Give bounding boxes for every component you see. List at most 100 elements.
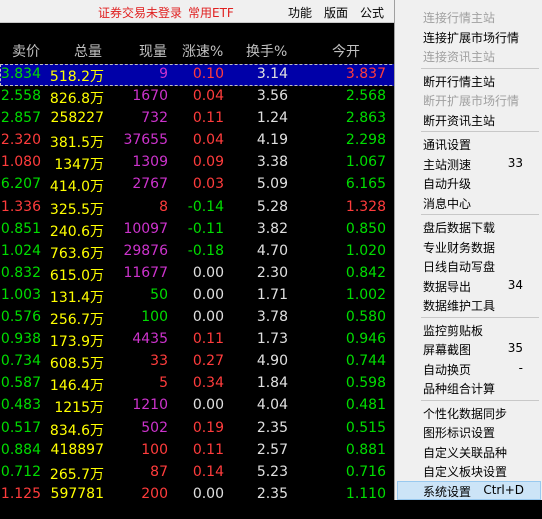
- turnover-cell: 2.30: [256, 264, 288, 281]
- menu-item[interactable]: 自定义关联品种: [395, 442, 541, 461]
- open-cell: 1.110: [345, 485, 386, 502]
- open-cell: 2.568: [345, 88, 386, 105]
- menu-item-label: 自动升级: [423, 177, 472, 191]
- col-header-total-volume[interactable]: 总量: [74, 41, 102, 61]
- menu-item[interactable]: 数据导出 34: [395, 276, 541, 295]
- turnover-cell: 4.90: [256, 353, 288, 370]
- open-cell: 0.515: [345, 419, 386, 436]
- total-volume-cell: 265.7万: [49, 466, 104, 483]
- menu-item-label: 专业财务数据: [423, 240, 496, 255]
- turnover-cell: 1.71: [256, 286, 288, 303]
- total-volume-cell: 418897: [50, 441, 104, 458]
- ask-price-cell: 2.857: [0, 110, 41, 127]
- total-volume-cell: 763.6万: [49, 245, 104, 262]
- open-cell: 0.881: [345, 441, 386, 458]
- menu-layout[interactable]: 版面: [324, 4, 348, 21]
- turnover-cell: 3.56: [256, 88, 288, 105]
- menu-item[interactable]: 自动升级: [395, 173, 541, 192]
- ask-price-cell: 6.207: [0, 176, 41, 193]
- total-volume-cell: 608.5万: [49, 356, 104, 373]
- current-volume-cell: 10097: [123, 220, 168, 237]
- total-volume-cell: 258227: [50, 110, 104, 127]
- col-header-open[interactable]: 今开: [332, 41, 360, 61]
- menu-item-shortcut: 33: [507, 155, 523, 170]
- current-volume-cell: 50: [150, 286, 168, 303]
- menu-formula[interactable]: 公式: [360, 4, 384, 21]
- speed-cell: 0.04: [192, 88, 224, 105]
- ask-price-cell: 0.483: [0, 397, 41, 414]
- col-header-current-volume[interactable]: 现量: [139, 41, 167, 61]
- open-cell: 6.165: [345, 176, 386, 193]
- menu-function[interactable]: 功能: [288, 4, 312, 21]
- common-etf-link[interactable]: 常用ETF: [188, 4, 234, 21]
- current-volume-cell: 100: [141, 441, 168, 458]
- menu-item[interactable]: 专业财务数据: [395, 237, 541, 256]
- current-volume-cell: 87: [150, 463, 168, 480]
- open-cell: 1.328: [345, 198, 386, 215]
- menu-item[interactable]: 监控剪贴板: [395, 320, 541, 339]
- speed-cell: 0.00: [192, 309, 224, 326]
- context-menu: 连接行情主站 连接扩展市场行情 连接资讯主站 断开行情主站 断开扩展市场行情 断开资讯主站…: [394, 0, 542, 518]
- col-header-ask-price[interactable]: 卖价: [12, 41, 40, 61]
- open-cell: 1.020: [345, 242, 386, 259]
- menu-item[interactable]: 品种组合计算: [395, 378, 541, 397]
- menu-item[interactable]: 图形标识设置: [395, 422, 541, 441]
- menu-item[interactable]: 盘后数据下载: [395, 217, 541, 236]
- menu-item[interactable]: 主站测速 33: [395, 154, 541, 173]
- menu-item[interactable]: 个性化数据同步: [395, 403, 541, 422]
- menu-item[interactable]: 消息中心: [395, 193, 541, 212]
- menu-item[interactable]: 连接扩展市场行情: [395, 27, 541, 46]
- menu-item[interactable]: 自定义板块设置: [395, 461, 541, 480]
- turnover-cell: 2.35: [256, 485, 288, 502]
- open-cell: 0.716: [345, 463, 386, 480]
- menu-separator: [421, 214, 539, 215]
- current-volume-cell: 33: [150, 353, 168, 370]
- current-volume-cell: 9: [159, 66, 168, 82]
- current-volume-cell: 502: [141, 419, 168, 436]
- turnover-cell: 1.24: [256, 110, 288, 127]
- speed-cell: 0.04: [192, 132, 224, 149]
- total-volume-cell: 256.7万: [49, 312, 104, 329]
- ask-price-cell: 2.558: [0, 88, 41, 105]
- turnover-cell: 3.78: [256, 309, 288, 326]
- open-cell: 0.850: [345, 220, 386, 237]
- turnover-cell: 4.70: [256, 242, 288, 259]
- ask-price-cell: 0.851: [0, 220, 41, 237]
- menu-item[interactable]: 系统设置 Ctrl+D: [397, 480, 541, 500]
- current-volume-cell: 1670: [132, 88, 168, 105]
- ask-price-cell: 1.080: [0, 154, 41, 171]
- menu-item[interactable]: 日线自动写盘: [395, 256, 541, 275]
- menu-item[interactable]: 自动换页 -: [395, 359, 541, 378]
- col-header-speed[interactable]: 涨速%: [182, 41, 223, 61]
- open-cell: 0.842: [345, 264, 386, 281]
- turnover-cell: 5.23: [256, 463, 288, 480]
- menu-item: 断开扩展市场行情: [395, 90, 541, 109]
- current-volume-cell: 200: [141, 485, 168, 502]
- speed-cell: 0.10: [192, 66, 224, 82]
- total-volume-cell: 597781: [50, 485, 104, 502]
- total-volume-cell: 826.8万: [49, 91, 104, 108]
- menu-item[interactable]: 断开资讯主站: [395, 110, 541, 129]
- menu-item[interactable]: 屏幕截图 35: [395, 339, 541, 358]
- menu-item-label: 断开资讯主站: [423, 113, 496, 128]
- ask-price-cell: 3.834: [0, 66, 41, 82]
- total-volume-cell: 325.5万: [49, 201, 104, 218]
- menu-item-label: 连接扩展市场行情: [423, 30, 520, 45]
- menu-item[interactable]: 通讯设置: [395, 134, 541, 153]
- menu-item[interactable]: 断开行情主站: [395, 71, 541, 90]
- ask-price-cell: 0.712: [0, 463, 41, 480]
- trade-login-status[interactable]: 证券交易未登录: [98, 4, 182, 21]
- menu-item[interactable]: 数据维护工具: [395, 295, 541, 314]
- current-volume-cell: 4435: [132, 331, 168, 348]
- menu-item-label: 断开行情主站: [423, 74, 496, 89]
- ask-price-cell: 1.024: [0, 242, 41, 259]
- speed-cell: -0.18: [187, 242, 224, 259]
- col-header-turnover[interactable]: 换手%: [246, 41, 287, 61]
- menu-item[interactable]: 交易设置: [395, 500, 541, 519]
- total-volume-cell: 381.5万: [49, 135, 104, 152]
- menu-item-label: 数据导出: [423, 279, 472, 294]
- ask-price-cell: 0.884: [0, 441, 41, 458]
- menu-item-shortcut: 35: [507, 341, 523, 355]
- speed-cell: 0.11: [192, 441, 224, 458]
- menu-separator: [421, 67, 539, 69]
